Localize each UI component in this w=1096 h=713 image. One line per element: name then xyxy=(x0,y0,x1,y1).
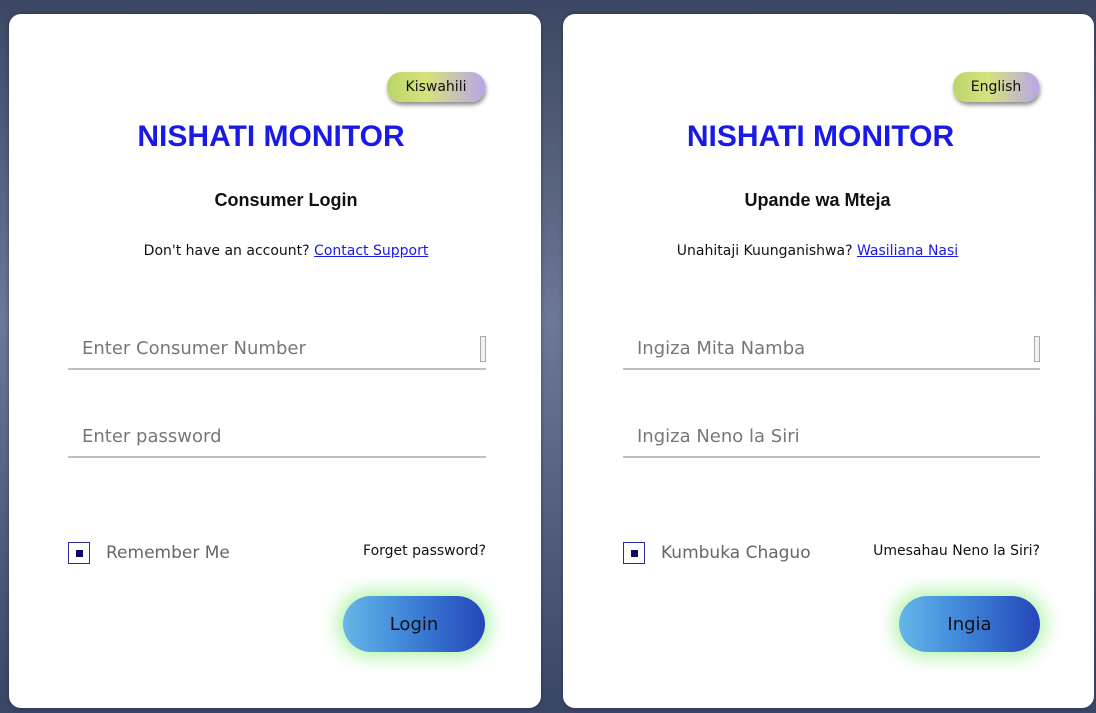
remember-me-label: Kumbuka Chaguo xyxy=(661,543,811,563)
account-prompt-text: Unahitaji Kuunganishwa? xyxy=(676,243,853,259)
password-input[interactable] xyxy=(635,420,1019,452)
consumer-number-field-wrapper xyxy=(623,324,1040,370)
consumer-number-field-wrapper xyxy=(68,324,486,370)
checkbox-checked-icon[interactable] xyxy=(623,542,645,564)
page-subtitle: Consumer Login xyxy=(214,190,358,210)
account-prompt-line: Don't have an account? Contact Support xyxy=(20,243,552,259)
login-button[interactable]: Ingia xyxy=(899,596,1040,652)
language-toggle-button[interactable]: Kiswahili xyxy=(387,72,485,102)
app-title: NISHATI MONITOR xyxy=(137,120,405,153)
consumer-number-input[interactable] xyxy=(80,332,464,364)
password-field-wrapper xyxy=(68,412,486,458)
language-toggle-button[interactable]: English xyxy=(953,72,1039,102)
consumer-number-input[interactable] xyxy=(635,332,1019,364)
checkbox-checked-icon[interactable] xyxy=(68,542,90,564)
scroll-handle-icon[interactable] xyxy=(1034,336,1040,362)
account-prompt-text: Don't have an account? xyxy=(143,243,310,259)
remember-me-row[interactable]: Remember Me xyxy=(68,540,230,566)
password-field-wrapper xyxy=(623,412,1040,458)
scroll-handle-icon[interactable] xyxy=(480,336,486,362)
contact-support-link[interactable]: Wasiliana Nasi xyxy=(857,243,958,259)
app-title: NISHATI MONITOR xyxy=(686,120,955,153)
account-prompt-line: Unahitaji Kuunganishwa? Wasiliana Nasi xyxy=(552,243,1083,259)
remember-me-label: Remember Me xyxy=(106,543,230,563)
login-panel-english: Kiswahili NISHATI MONITOR Consumer Login… xyxy=(9,14,541,708)
contact-support-link[interactable]: Contact Support xyxy=(314,243,428,259)
login-panel-kiswahili: English NISHATI MONITOR Upande wa Mteja … xyxy=(563,14,1094,708)
forgot-password-link[interactable]: Forget password? xyxy=(363,543,486,559)
forgot-password-link[interactable]: Umesahau Neno la Siri? xyxy=(873,543,1040,559)
password-input[interactable] xyxy=(80,420,464,452)
page-subtitle: Upande wa Mteja xyxy=(744,190,891,210)
remember-me-row[interactable]: Kumbuka Chaguo xyxy=(623,540,811,566)
login-button[interactable]: Login xyxy=(343,596,485,652)
